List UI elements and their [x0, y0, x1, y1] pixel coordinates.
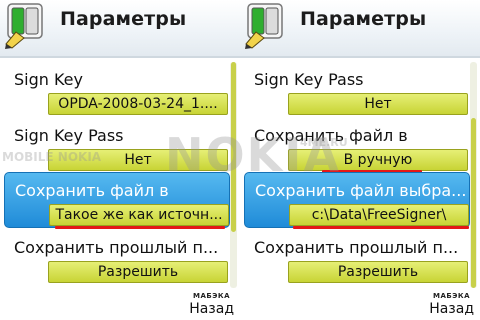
setting-label: Сохранить файл выбра... [255, 181, 467, 200]
highlight-underline [55, 226, 225, 229]
page-title: Параметры [60, 8, 187, 30]
setting-label: Сохранить файл в [15, 181, 169, 200]
settings-list: Sign Key Pass Нет Сохранить файл в В руч… [240, 60, 480, 292]
scrollbar[interactable] [230, 62, 237, 288]
page-title: Параметры [300, 8, 427, 30]
setting-save-previous[interactable]: Сохранить прошлый п... Разрешить [4, 230, 230, 286]
setting-label: Sign Key [14, 70, 83, 89]
setting-value[interactable]: Нет [288, 93, 468, 115]
softkey-bar: МАБЭКА Назад [240, 292, 480, 320]
highlight-underline [293, 226, 469, 229]
scrollbar[interactable] [470, 62, 477, 288]
header: Параметры [240, 0, 480, 58]
softkey-bar: МАБЭКА Назад [0, 292, 240, 320]
setting-save-file-to[interactable]: Сохранить файл в Такое же как источн... [4, 172, 230, 229]
setting-label: Sign Key Pass [254, 70, 364, 89]
setting-value[interactable]: OPDA-2008-03-24_1.... [48, 93, 228, 115]
setting-label: Сохранить прошлый п... [254, 238, 459, 257]
setting-value[interactable]: c:\Data\FreeSigner\ [289, 204, 469, 226]
brand-label: МАБЭКА [193, 292, 230, 300]
brand-label: МАБЭКА [433, 292, 470, 300]
scroll-thumb[interactable] [471, 118, 476, 288]
setting-value[interactable]: Разрешить [288, 261, 468, 283]
setting-label: Сохранить файл в [254, 126, 408, 145]
setting-sign-key-pass[interactable]: Sign Key Pass Нет [4, 118, 230, 174]
setting-save-file-to[interactable]: Сохранить файл в В ручную [244, 118, 470, 174]
left-screen: Параметры Sign Key OPDA-2008-03-24_1....… [0, 0, 240, 320]
setting-sign-key[interactable]: Sign Key OPDA-2008-03-24_1.... [4, 62, 230, 118]
setting-value[interactable]: Разрешить [48, 261, 228, 283]
setting-value[interactable]: В ручную [288, 149, 468, 171]
back-softkey[interactable]: Назад [189, 301, 234, 317]
setting-label: Сохранить прошлый п... [14, 238, 219, 257]
setting-save-previous[interactable]: Сохранить прошлый п... Разрешить [244, 230, 470, 286]
back-softkey[interactable]: Назад [429, 301, 474, 317]
setting-save-file-chosen[interactable]: Сохранить файл выбра... c:\Data\FreeSign… [244, 172, 470, 229]
header: Параметры [0, 0, 240, 58]
setting-sign-key-pass[interactable]: Sign Key Pass Нет [244, 62, 470, 118]
settings-list: Sign Key OPDA-2008-03-24_1.... Sign Key … [0, 60, 240, 292]
settings-app-icon [5, 3, 43, 49]
settings-app-icon [245, 3, 283, 49]
setting-value[interactable]: Нет [48, 149, 228, 171]
right-screen: Параметры Sign Key Pass Нет Сохранить фа… [240, 0, 480, 320]
setting-label: Sign Key Pass [14, 126, 124, 145]
scroll-thumb[interactable] [231, 62, 236, 232]
setting-value[interactable]: Такое же как источн... [49, 204, 229, 226]
